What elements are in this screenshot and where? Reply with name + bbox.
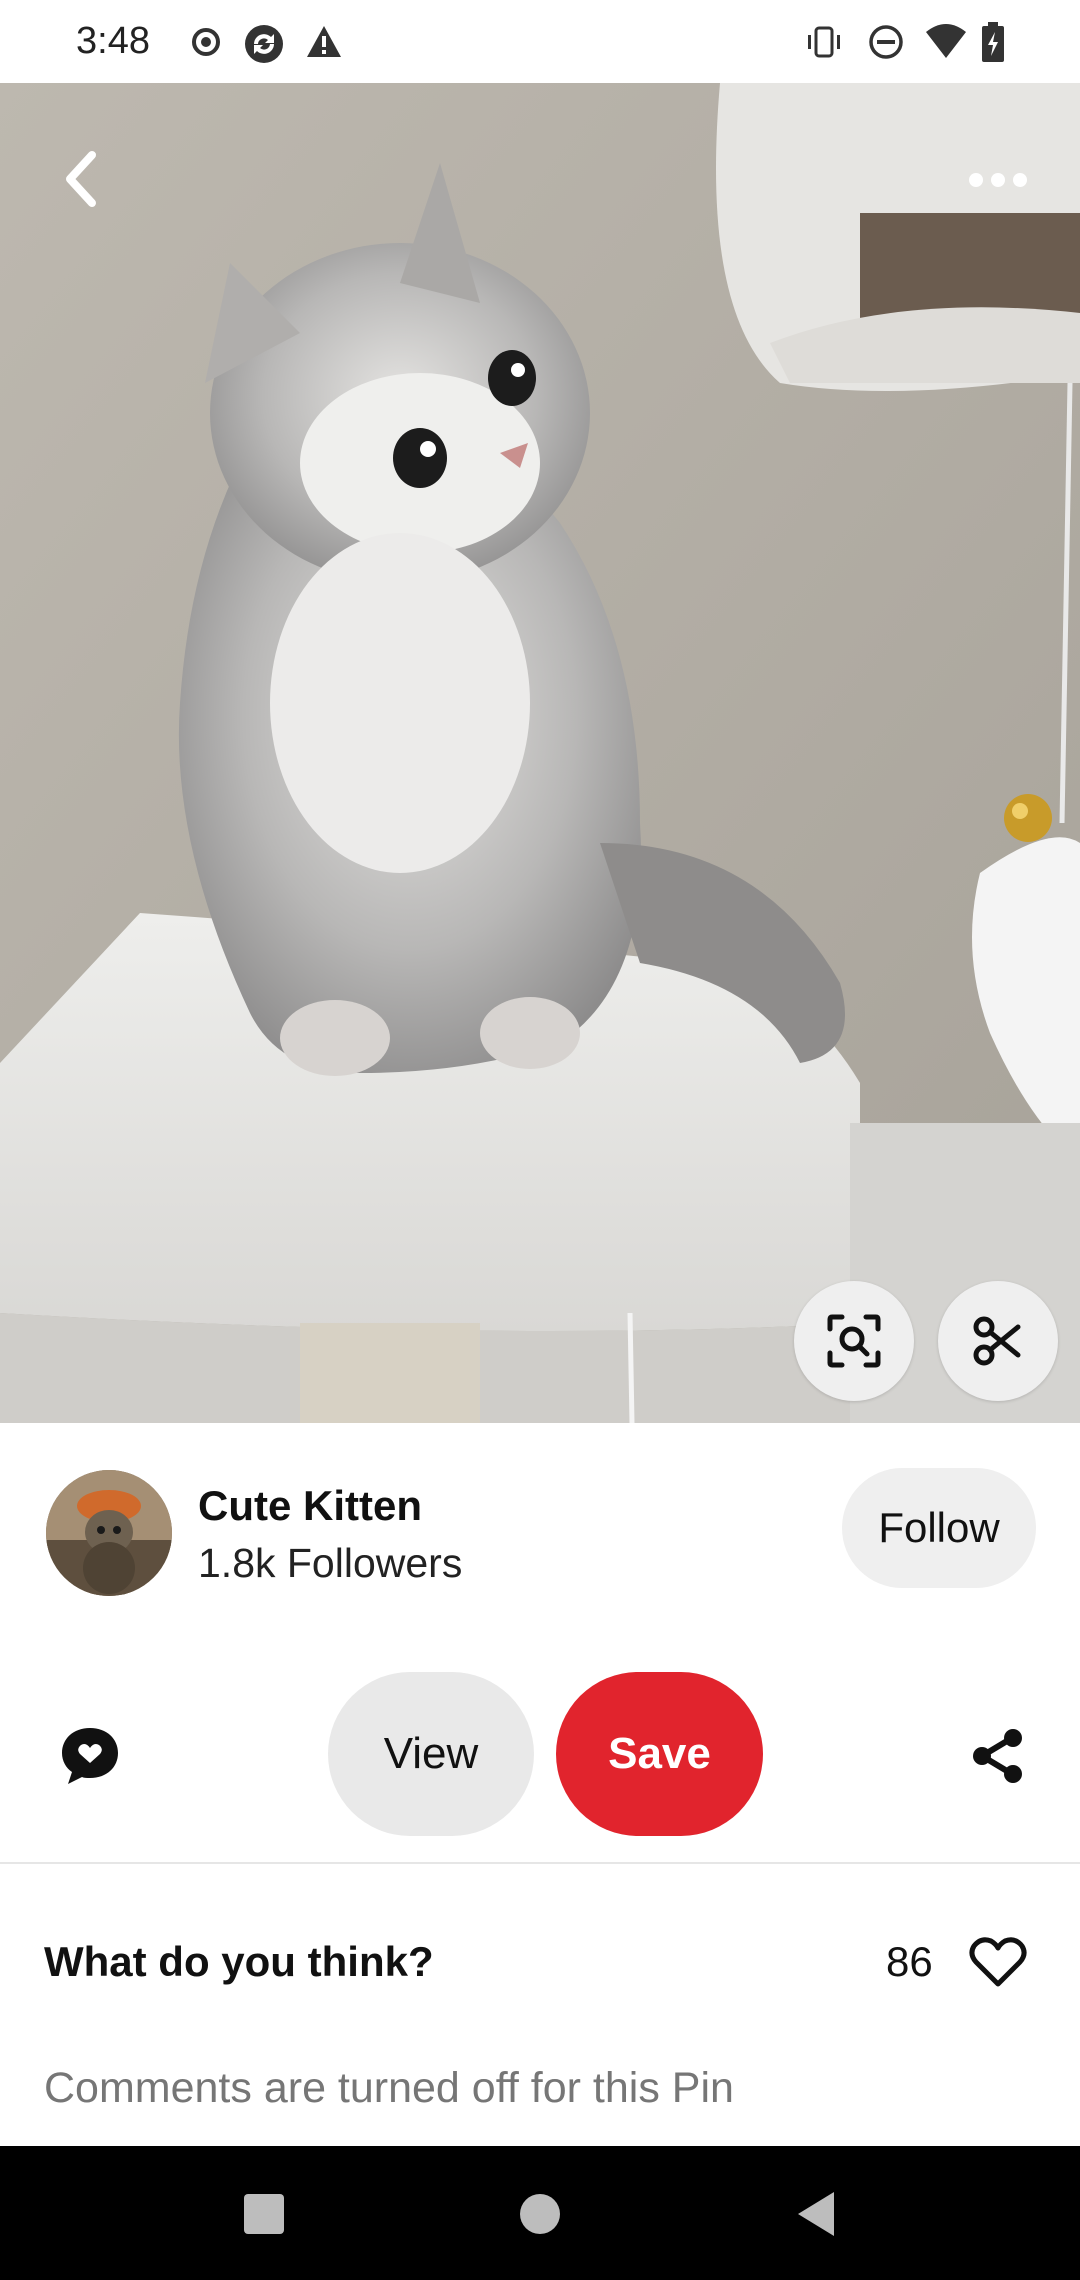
vibrate-icon <box>804 22 844 62</box>
crop-button[interactable] <box>938 1281 1058 1401</box>
kitten-photo <box>0 83 1080 1423</box>
visual-search-icon <box>827 1314 881 1368</box>
creator-avatar[interactable] <box>46 1470 172 1596</box>
back-triangle-icon <box>798 2192 834 2236</box>
more-options-button[interactable] <box>958 155 1038 205</box>
chevron-left-icon <box>66 151 96 207</box>
comment-button[interactable] <box>50 1716 130 1796</box>
view-button[interactable]: View <box>328 1672 534 1836</box>
like-button[interactable] <box>962 1926 1034 1998</box>
sync-icon <box>242 22 283 63</box>
do-not-disturb-icon <box>866 22 906 62</box>
follow-button[interactable]: Follow <box>842 1468 1036 1588</box>
system-nav-bar <box>0 2146 1080 2280</box>
more-horizontal-icon <box>969 173 1027 187</box>
like-count: 86 <box>886 1938 933 1985</box>
system-back-button[interactable] <box>778 2176 854 2252</box>
alert-icon <box>304 22 344 62</box>
status-time: 3:48 <box>76 20 150 62</box>
recents-button[interactable] <box>226 2176 302 2252</box>
comments-disabled-notice: Comments are turned off for this Pin <box>44 2064 734 2112</box>
share-icon <box>973 1729 1022 1783</box>
comment-bubble-icon <box>62 1728 118 1784</box>
recents-icon <box>244 2194 284 2234</box>
pin-image[interactable] <box>0 83 1080 1423</box>
share-button[interactable] <box>958 1716 1038 1796</box>
wifi-icon <box>924 22 966 62</box>
save-button[interactable]: Save <box>556 1672 763 1836</box>
creator-name[interactable]: Cute Kitten <box>198 1482 422 1530</box>
record-icon <box>186 22 226 62</box>
scissors-icon <box>973 1316 1021 1366</box>
home-icon <box>520 2194 560 2234</box>
heart-icon <box>969 1937 1027 1987</box>
back-button[interactable] <box>44 143 116 215</box>
battery-charging-icon <box>980 22 1020 62</box>
visual-search-button[interactable] <box>794 1281 914 1401</box>
feedback-question: What do you think? <box>44 1938 434 1985</box>
home-button[interactable] <box>502 2176 578 2252</box>
section-divider <box>0 1862 1080 1864</box>
avatar-image <box>46 1470 172 1596</box>
status-bar: 3:48 <box>0 0 1080 83</box>
creator-followers: 1.8k Followers <box>198 1540 463 1586</box>
